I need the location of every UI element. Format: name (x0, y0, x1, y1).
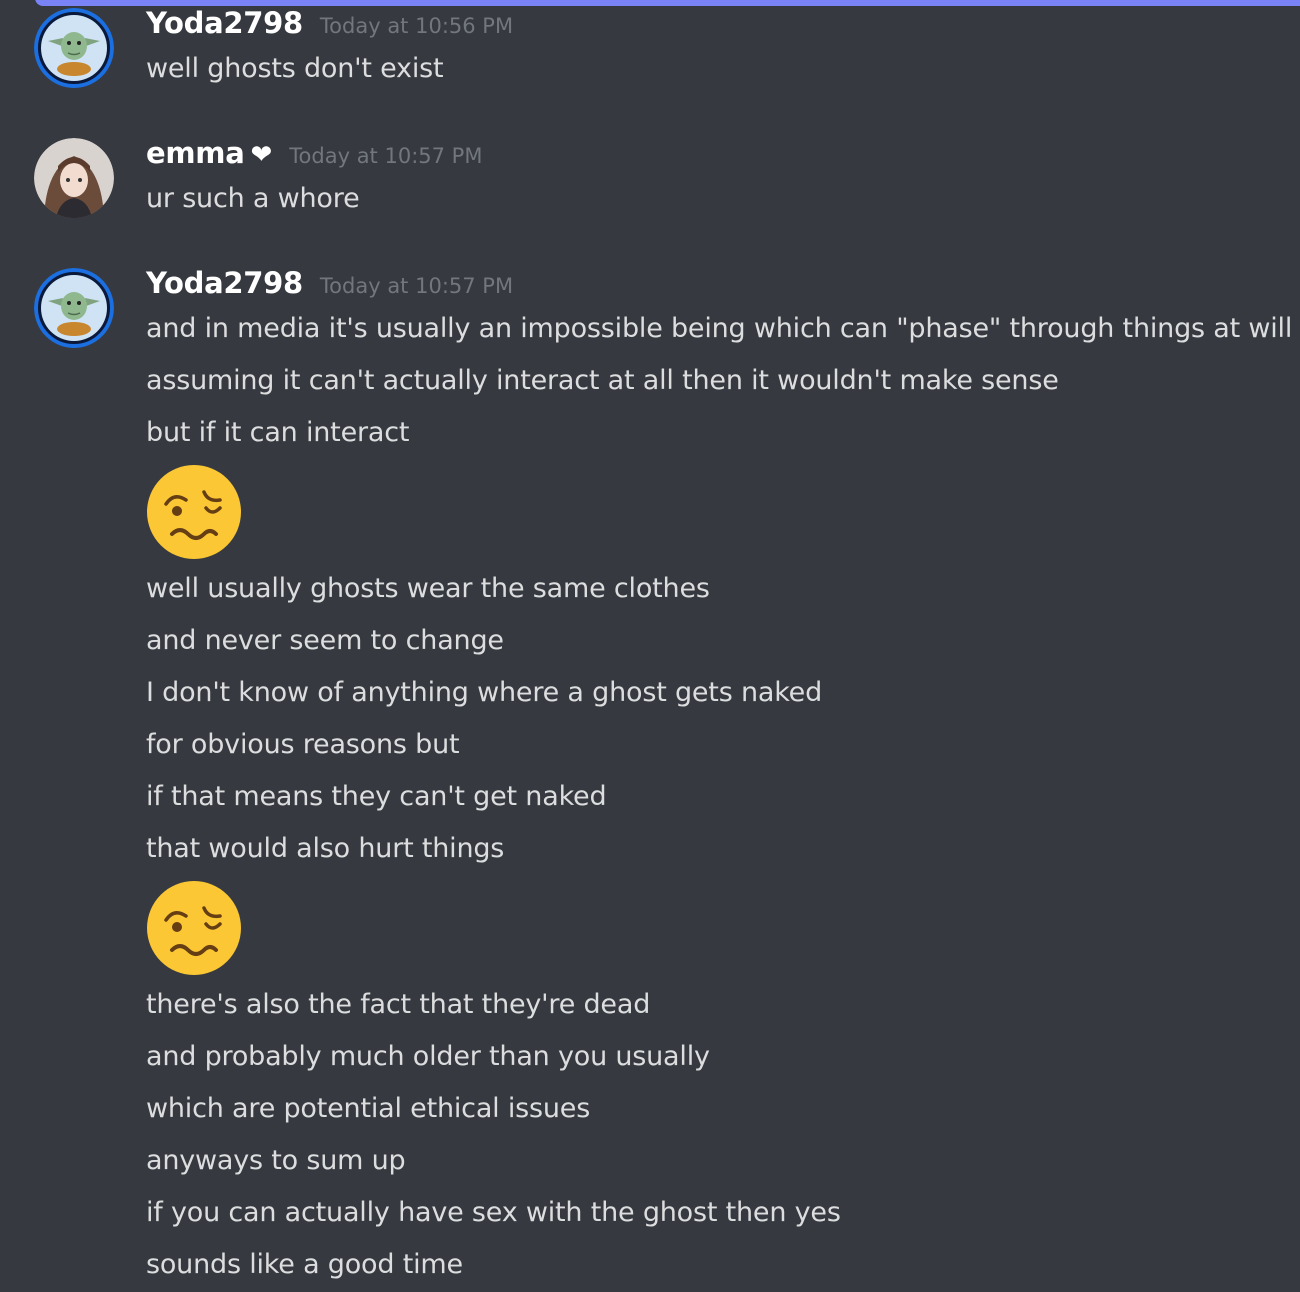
message-line: if you can actually have sex with the gh… (146, 1197, 841, 1228)
message-line: well usually ghosts wear the same clothe… (146, 573, 710, 604)
anime-girl-avatar-icon[interactable] (34, 138, 114, 218)
message-line: assuming it can't actually interact at a… (146, 365, 1059, 396)
message-line: that would also hurt things (146, 833, 505, 864)
timestamp[interactable]: Today at 10:57 PM (289, 144, 482, 168)
message-line: if that means they can't get naked (146, 781, 607, 812)
message-line: and never seem to change (146, 625, 504, 656)
heart-icon: ❤ (250, 140, 273, 170)
message-line: for obvious reasons but (146, 729, 460, 760)
message-line: anyways to sum up (146, 1145, 406, 1176)
yoda-avatar-icon[interactable] (34, 8, 114, 88)
message-line: sounds like a good time (146, 1249, 463, 1280)
message-header: emma ❤ Today at 10:57 PM (146, 136, 482, 170)
username[interactable]: emma (146, 136, 245, 170)
message-line: I don't know of anything where a ghost g… (146, 677, 823, 708)
message-header: Yoda2798 Today at 10:57 PM (146, 266, 513, 300)
message-line: but if it can interact (146, 417, 410, 448)
message-line: which are potential ethical issues (146, 1093, 591, 1124)
username[interactable]: Yoda2798 (146, 266, 303, 300)
woozy-face-icon (147, 465, 241, 559)
message-header: Yoda2798 Today at 10:56 PM (146, 6, 513, 40)
message-line: well ghosts don't exist (146, 53, 444, 84)
username[interactable]: Yoda2798 (146, 6, 303, 40)
message-line: there's also the fact that they're dead (146, 989, 651, 1020)
message-line: and probably much older than you usually (146, 1041, 710, 1072)
timestamp[interactable]: Today at 10:57 PM (320, 274, 513, 298)
woozy-face-icon (147, 881, 241, 975)
message-line: and in media it's usually an impossible … (146, 313, 1293, 344)
timestamp[interactable]: Today at 10:56 PM (320, 14, 513, 38)
yoda-avatar-icon[interactable] (34, 268, 114, 348)
message-line: ur such a whore (146, 183, 360, 214)
